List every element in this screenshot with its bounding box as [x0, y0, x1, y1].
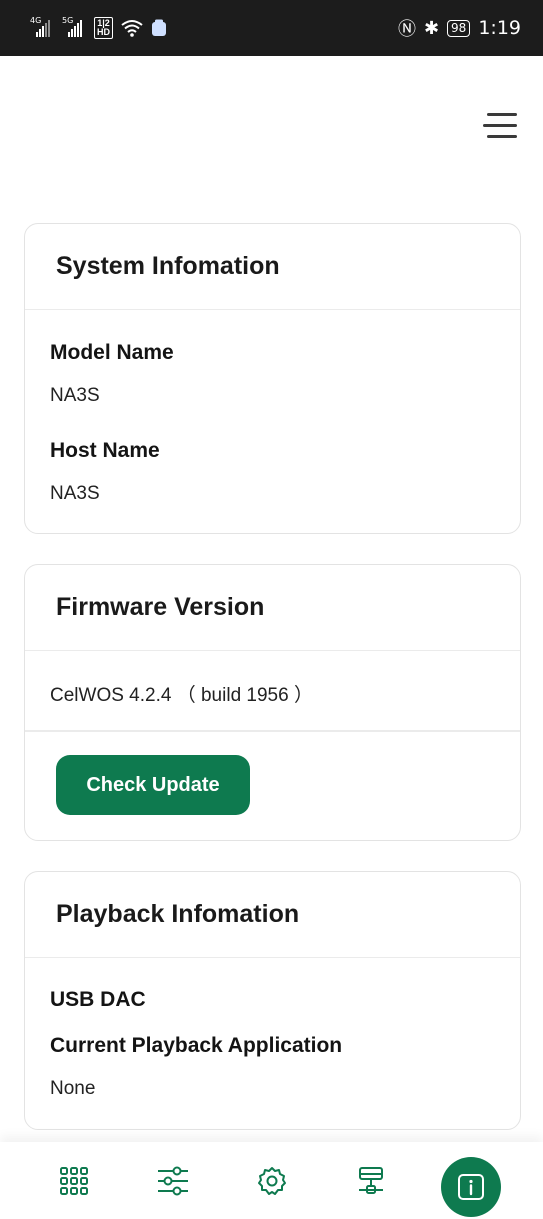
bottom-nav: [0, 1142, 543, 1219]
hd-badge: 1|2 HD: [94, 17, 113, 39]
app-notification-icon: [152, 19, 166, 36]
bluetooth-icon: ✱: [423, 17, 440, 39]
model-name-label: Model Name: [50, 341, 174, 364]
info-icon: [458, 1174, 484, 1200]
firmware-header: Firmware Version: [25, 565, 520, 651]
nav-info[interactable]: [441, 1157, 501, 1217]
clock: 1:19: [478, 17, 521, 39]
check-update-button[interactable]: Check Update: [56, 755, 250, 815]
nav-network[interactable]: [348, 1158, 394, 1204]
nav-sliders[interactable]: [150, 1158, 196, 1204]
grid-icon: [60, 1167, 88, 1195]
signal-4g-icon: 4G: [30, 16, 54, 37]
playback-card: Playback Infomation USB DAC Current Play…: [24, 871, 521, 1130]
firmware-title: Firmware Version: [56, 593, 265, 621]
host-name-label: Host Name: [50, 439, 160, 462]
current-playback-app-value: None: [50, 1078, 96, 1099]
network-icon: [359, 1167, 383, 1194]
network-type-2: 5G: [62, 16, 74, 25]
sliders-icon: [158, 1166, 188, 1196]
wifi-icon: [121, 20, 143, 37]
playback-source-label: USB DAC: [50, 988, 146, 1011]
status-left: 4G 5G 1|2 HD: [30, 16, 167, 39]
model-name-value: NA3S: [50, 385, 100, 406]
menu-icon[interactable]: [483, 110, 521, 142]
firmware-divider: [25, 730, 520, 732]
gear-icon: [258, 1167, 286, 1195]
status-bar: 4G 5G 1|2 HD Ⓝ ✱ 98 1:19: [0, 0, 543, 56]
firmware-version-value: CelWOS 4.2.4 （ build 1956 ）: [50, 685, 313, 706]
system-info-header: System Infomation: [25, 224, 520, 310]
playback-title: Playback Infomation: [56, 900, 300, 928]
playback-header: Playback Infomation: [25, 872, 520, 958]
nav-grid[interactable]: [51, 1158, 97, 1204]
nav-settings[interactable]: [249, 1158, 295, 1204]
battery-indicator: 98: [447, 19, 471, 37]
firmware-card: Firmware Version CelWOS 4.2.4 （ build 19…: [24, 564, 521, 841]
system-info-card: System Infomation Model Name NA3S Host N…: [24, 223, 521, 534]
host-name-value: NA3S: [50, 483, 100, 504]
network-type-1: 4G: [30, 16, 42, 25]
signal-5g-icon: 5G: [62, 16, 86, 37]
status-right: Ⓝ ✱ 98 1:19: [398, 15, 521, 41]
nfc-icon: Ⓝ: [397, 19, 416, 40]
system-info-title: System Infomation: [56, 252, 280, 280]
current-playback-app-label: Current Playback Application: [50, 1034, 343, 1057]
